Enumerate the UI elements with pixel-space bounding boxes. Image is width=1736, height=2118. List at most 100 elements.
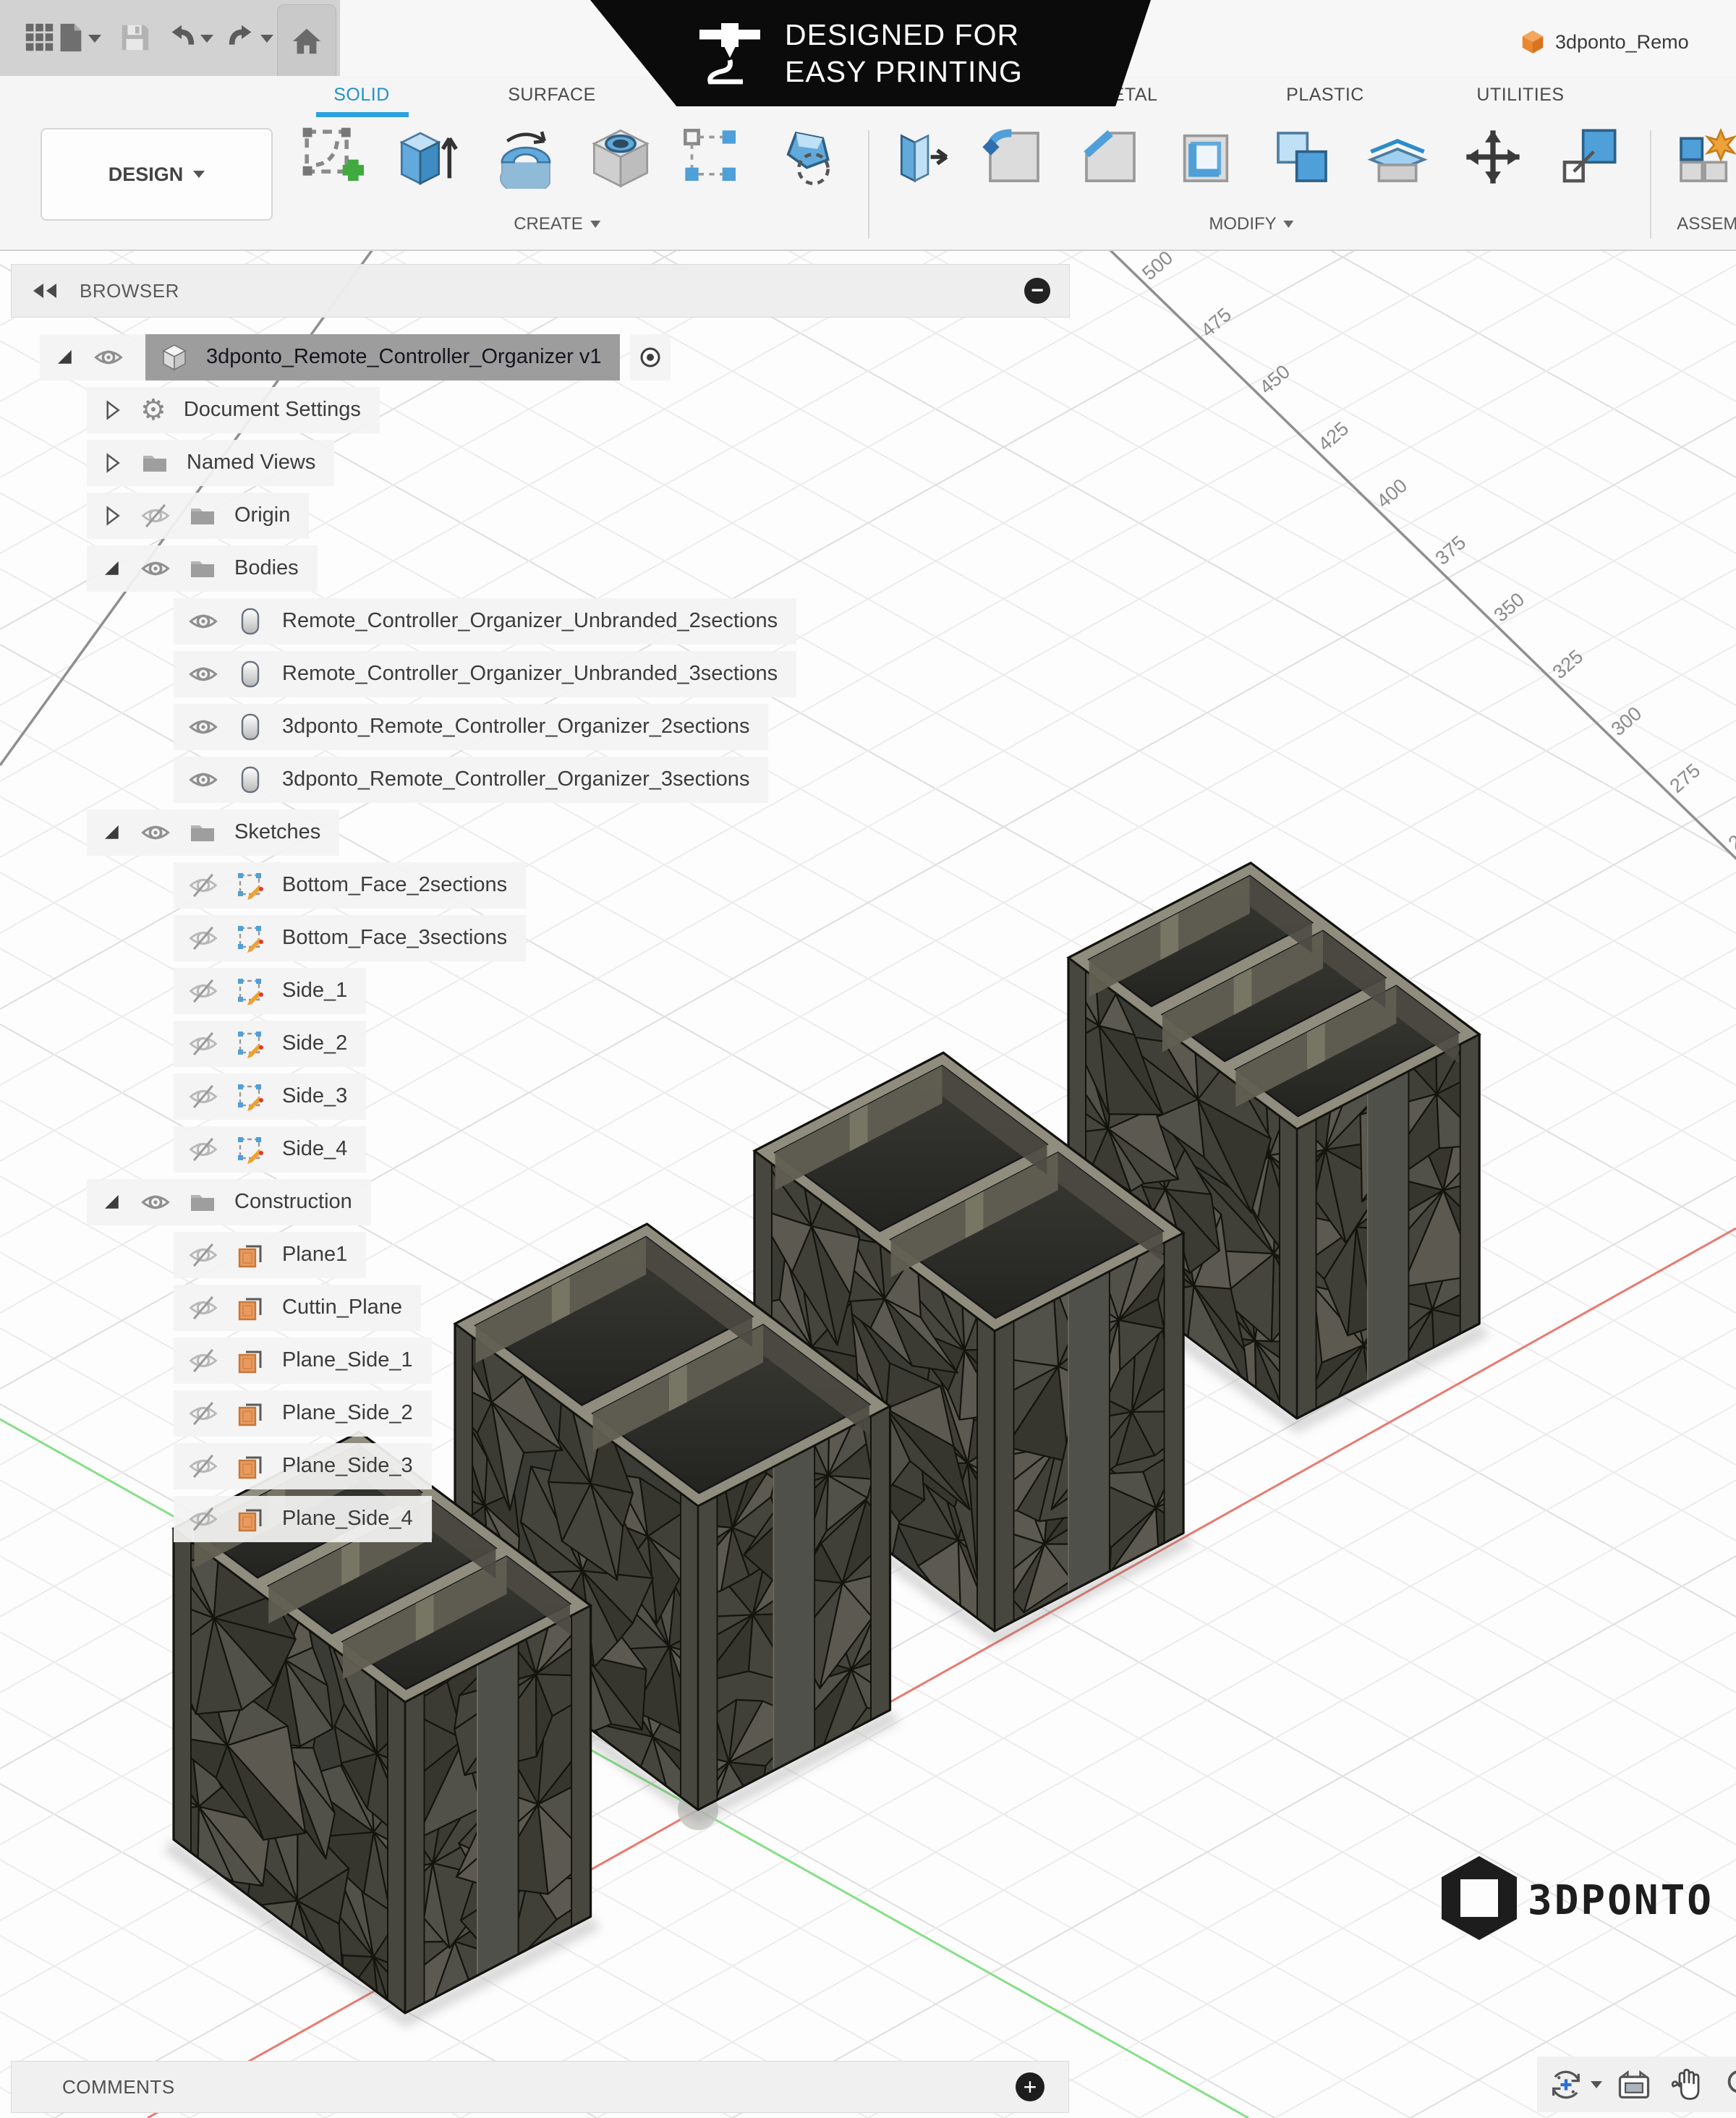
tree-row-plane-side-3[interactable]: Plane_Side_3 [11, 1439, 1071, 1492]
eye-hidden-icon[interactable] [188, 1029, 218, 1059]
hole-button[interactable] [589, 125, 652, 189]
revolve-button[interactable] [494, 125, 558, 189]
save-icon[interactable] [118, 19, 151, 56]
eye-hidden-icon[interactable] [188, 1081, 218, 1112]
eye-hidden-icon[interactable] [188, 1134, 218, 1165]
tree-row-label: Document Settings [184, 398, 361, 422]
design-workspace-button[interactable]: DESIGN [41, 128, 273, 221]
orbit-icon[interactable] [1547, 2066, 1585, 2104]
collapse-panel-icon[interactable] [32, 282, 61, 299]
fillet-button[interactable] [982, 125, 1046, 189]
tab-plastic[interactable]: PLASTIC [1286, 82, 1364, 108]
eye-hidden-icon[interactable] [188, 1345, 218, 1376]
activate-component-radio[interactable] [630, 334, 671, 380]
document-title: 3dponto_Remo [1555, 31, 1689, 54]
orbit-caret-icon[interactable] [1591, 2081, 1602, 2088]
eye-visible-icon[interactable] [140, 1187, 171, 1217]
tree-row-3dponto-remote-controller-organizer-2sec[interactable]: 3dponto_Remote_Controller_Organizer_2sec… [11, 700, 1071, 753]
tree-row-label: Side_2 [282, 1032, 347, 1055]
folder-icon [188, 554, 217, 583]
expanded-triangle-icon [101, 822, 123, 843]
eye-visible-icon[interactable] [140, 817, 171, 848]
document-tab[interactable]: 3dponto_Remo [1519, 26, 1689, 58]
eye-visible-icon[interactable] [188, 765, 218, 795]
tree-row-remote-controller-organizer-unbranded-3s[interactable]: Remote_Controller_Organizer_Unbranded_3s… [11, 647, 1071, 700]
press-pull-button[interactable] [888, 125, 952, 189]
pattern-button[interactable] [680, 125, 744, 189]
eye-hidden-icon[interactable] [188, 870, 218, 901]
eye-visible-icon[interactable] [188, 659, 218, 689]
shell-button[interactable] [1174, 125, 1238, 189]
tree-row-3dponto-remote-controller-organizer-v1[interactable]: 3dponto_Remote_Controller_Organizer v1 [11, 331, 1071, 383]
eye-hidden-icon[interactable] [188, 1240, 218, 1270]
chamfer-button[interactable] [1078, 125, 1142, 189]
move-copy-button[interactable] [1461, 125, 1525, 189]
tree-row-side-1[interactable]: Side_1 [11, 964, 1071, 1017]
undo-icon[interactable] [165, 19, 198, 56]
eye-hidden-icon[interactable] [188, 1504, 218, 1534]
tab-utilities[interactable]: UTILITIES [1476, 82, 1564, 108]
tree-row-label: Plane_Side_4 [282, 1507, 413, 1531]
redo-caret-icon[interactable] [260, 35, 273, 43]
tree-row-bottom-face-2sections[interactable]: Bottom_Face_2sections [11, 859, 1071, 911]
tree-row-plane-side-1[interactable]: Plane_Side_1 [11, 1334, 1071, 1387]
tree-row-bottom-face-3sections[interactable]: Bottom_Face_3sections [11, 911, 1071, 964]
tree-row-plane1[interactable]: Plane1 [11, 1228, 1071, 1281]
eye-visible-icon[interactable] [188, 606, 218, 637]
eye-hidden-icon[interactable] [188, 1451, 218, 1481]
eye-hidden-icon[interactable] [188, 923, 218, 953]
tree-row-document-settings[interactable]: ⚙Document Settings [11, 383, 1071, 436]
tree-row-construction[interactable]: Construction [11, 1175, 1071, 1228]
design-workspace-label: DESIGN [109, 163, 184, 186]
scale-button[interactable] [1557, 125, 1620, 189]
eye-visible-icon[interactable] [93, 342, 124, 373]
minimize-browser-button[interactable]: − [1024, 278, 1050, 304]
tree-row-side-2[interactable]: Side_2 [11, 1017, 1071, 1070]
tree-row-origin[interactable]: Origin [11, 489, 1071, 542]
sketch-icon [236, 1082, 265, 1111]
look-at-icon[interactable] [1615, 2066, 1653, 2104]
new-component-button[interactable] [1673, 125, 1736, 189]
tab-solid[interactable]: SOLID [333, 82, 390, 108]
browser-header[interactable]: BROWSER − [11, 264, 1070, 318]
tree-row-plane-side-4[interactable]: Plane_Side_4 [11, 1492, 1071, 1545]
eye-hidden-icon[interactable] [188, 976, 218, 1006]
eye-visible-icon[interactable] [140, 553, 171, 584]
eye-visible-icon[interactable] [188, 712, 218, 742]
tree-row-bodies[interactable]: Bodies [11, 542, 1071, 595]
split-body-button[interactable] [1366, 125, 1429, 189]
tree-row-plane-side-2[interactable]: Plane_Side_2 [11, 1387, 1071, 1439]
tree-row-side-3[interactable]: Side_3 [11, 1070, 1071, 1123]
tree-row-sketches[interactable]: Sketches [11, 806, 1071, 859]
assemble-group-label[interactable]: ASSEMBLE [1677, 212, 1736, 237]
pan-icon[interactable] [1670, 2066, 1708, 2104]
combine-button[interactable] [1270, 125, 1334, 189]
redo-icon[interactable] [225, 19, 258, 56]
tree-row-side-4[interactable]: Side_4 [11, 1123, 1071, 1175]
comments-bar[interactable]: COMMENTS + [11, 2061, 1069, 2113]
tree-row-3dponto-remote-controller-organizer-3sec[interactable]: 3dponto_Remote_Controller_Organizer_3sec… [11, 753, 1071, 806]
extrude-button[interactable] [396, 125, 460, 189]
modify-group-label[interactable]: MODIFY [1209, 212, 1293, 237]
plane-icon [236, 1293, 265, 1322]
tree-row-named-views[interactable]: Named Views [11, 436, 1071, 489]
add-comment-button[interactable]: + [1016, 2072, 1044, 2101]
tab-surface[interactable]: SURFACE [508, 82, 596, 108]
file-icon[interactable] [54, 19, 87, 56]
create-sketch-button[interactable] [300, 125, 364, 189]
create-form-button[interactable] [778, 125, 841, 189]
undo-caret-icon[interactable] [200, 35, 213, 43]
plane-icon [236, 1399, 265, 1428]
zoom-icon[interactable] [1724, 2066, 1736, 2104]
home-tab[interactable] [277, 4, 336, 77]
component-cube-icon [160, 343, 189, 372]
eye-hidden-icon[interactable] [188, 1293, 218, 1323]
eye-hidden-icon[interactable] [140, 501, 171, 531]
create-group-label[interactable]: CREATE [514, 212, 600, 237]
tree-row-remote-controller-organizer-unbranded-2s[interactable]: Remote_Controller_Organizer_Unbranded_2s… [11, 595, 1071, 647]
app-grid-icon[interactable] [23, 19, 56, 56]
eye-hidden-icon[interactable] [188, 1398, 218, 1429]
file-caret-icon[interactable] [88, 35, 101, 43]
tree-row-label: 3dponto_Remote_Controller_Organizer_3sec… [282, 767, 749, 791]
tree-row-cuttin-plane[interactable]: Cuttin_Plane [11, 1281, 1071, 1334]
